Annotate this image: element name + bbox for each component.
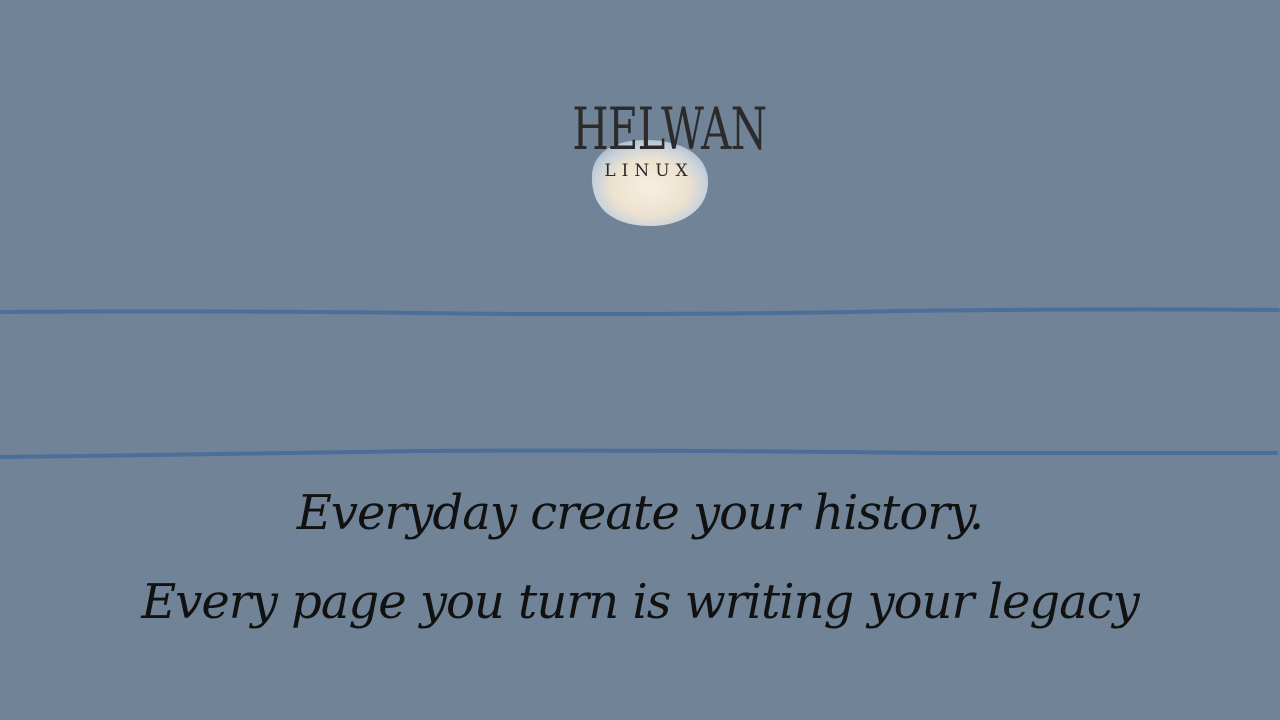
top-divider-line xyxy=(0,307,1280,317)
quote-line-1: Everyday create your history. xyxy=(296,485,984,541)
logo-subtitle: LINUX xyxy=(604,161,694,181)
helwan-linux-logo: HELWAN LINUX xyxy=(540,92,770,237)
quote-line-2: Every page you turn is writing your lega… xyxy=(141,574,1140,630)
bottom-divider-line xyxy=(0,448,1278,459)
logo-title: HELWAN xyxy=(572,95,767,163)
